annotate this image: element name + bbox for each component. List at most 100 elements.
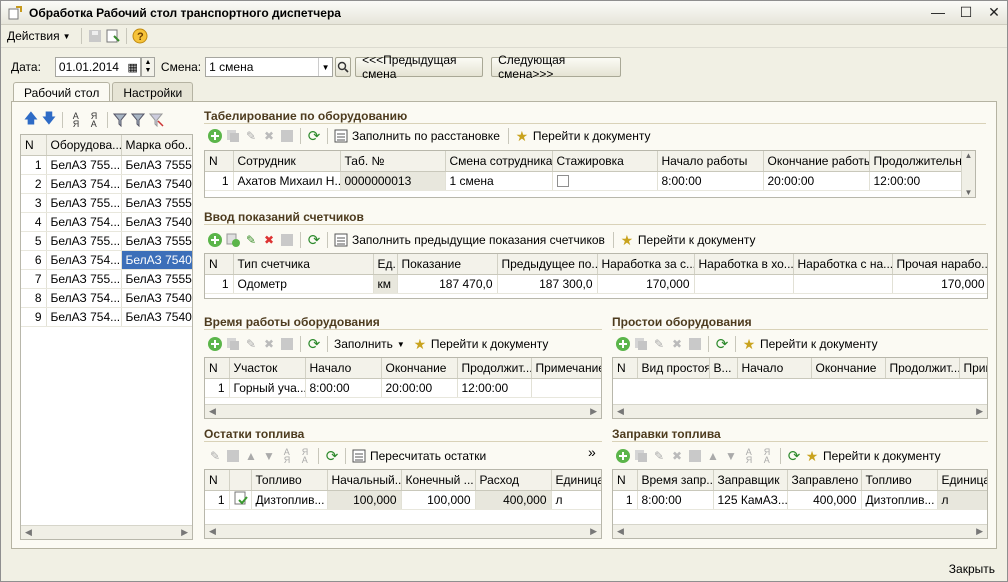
save-row-icon[interactable] [686,335,704,353]
table-row[interactable]: 1 8:00:00 125 КамАЗ... 400,000 Дизтоплив... л [613,490,987,510]
table-cell[interactable]: БелАЗ 7555 [121,193,192,213]
table-cell[interactable]: 8:00:00 [637,490,714,510]
table-cell[interactable]: 7 [21,269,47,289]
sort-asc-icon[interactable]: AЯ [278,447,296,465]
column-header[interactable]: Предыдущее по... [497,254,598,275]
shift-field[interactable]: 1 смена ▼ [205,57,334,77]
column-header[interactable]: Продолжит... [457,358,532,379]
table-cell[interactable]: 20:00:00 [381,378,458,398]
next-shift-button[interactable]: Следующая смена>>> [491,53,622,81]
table-cell[interactable] [531,378,601,398]
table-cell[interactable]: БелАЗ 7540 [121,288,192,308]
table-cell[interactable]: 187 470,0 [397,274,498,294]
table-cell[interactable]: Горный уча... [229,378,306,398]
column-header[interactable]: Топливо [861,470,938,491]
filter-settings-icon[interactable] [112,111,130,129]
table-cell[interactable]: БелАЗ 755... [46,231,122,251]
copy-icon[interactable] [632,335,650,353]
column-header[interactable]: Топливо [251,470,328,491]
column-header[interactable]: Стажировка [552,151,658,172]
timesheet-vscroll[interactable]: ▲ ▼ [961,151,975,197]
date-spinner[interactable]: ▲ ▼ [140,57,155,77]
calendar-icon[interactable]: ▦ [128,61,138,74]
copy-icon[interactable] [224,127,242,145]
minimize-icon[interactable]: — [929,3,947,21]
delete-icon[interactable]: ✖ [668,447,686,465]
column-header[interactable]: В... [709,358,738,379]
table-row[interactable]: 8 БелАЗ 754... БелАЗ 7540 [21,288,192,308]
table-cell[interactable]: 400,000 [475,490,552,510]
table-cell[interactable]: БелАЗ 754... [46,212,122,232]
table-row[interactable]: 1 Дизтоплив... 100,000 100,000 400,000 л [205,490,601,510]
col-brand[interactable]: Марка обо... [121,135,192,156]
column-header[interactable]: Прим [959,358,987,379]
save-row-icon[interactable] [278,335,296,353]
fuel-rest-hscroll[interactable]: ◀ ▶ [205,524,601,538]
table-cell[interactable]: 125 КамАЗ... [713,490,788,510]
table-cell[interactable]: БелАЗ 754... [46,288,122,308]
filter-icon[interactable] [130,111,148,129]
column-header[interactable]: Прочая нарабо... [892,254,987,275]
table-cell[interactable]: 100,000 [327,490,402,510]
table-cell[interactable]: 3 [21,193,47,213]
table-cell[interactable]: 1 [205,490,230,510]
copy-icon[interactable] [632,447,650,465]
save-disabled-icon[interactable] [86,27,104,45]
table-cell[interactable]: 170,000 [892,274,987,294]
maximize-icon[interactable]: ☐ [957,3,975,21]
column-header[interactable]: Заправлено [787,470,862,491]
add-icon[interactable] [614,447,632,465]
edit-icon[interactable]: ✎ [242,127,260,145]
refresh-icon[interactable]: ⟳ [305,127,323,145]
meters-goto-button[interactable]: Перейти к документу [638,233,756,247]
export-icon[interactable] [104,27,122,45]
table-row[interactable]: 6 БелАЗ 754... БелАЗ 7540 [21,250,192,270]
table-cell[interactable]: БелАЗ 755... [46,155,122,175]
column-header[interactable]: Тип счетчика [233,254,374,275]
edit-icon[interactable]: ✎ [242,335,260,353]
prev-shift-button[interactable]: <<<Предыдущая смена [355,53,484,81]
move-down-icon[interactable]: 🡇 [40,110,58,129]
fuel-refill-hscroll[interactable]: ◀ ▶ [613,524,987,538]
move-down-icon[interactable]: ▼ [260,447,278,465]
worktime-fill-button[interactable]: Заполнить [334,337,393,351]
tab-desktop[interactable]: Рабочий стол [13,82,111,103]
delete-icon[interactable]: ✖ [668,335,686,353]
move-down-icon[interactable]: ▼ [722,447,740,465]
column-header[interactable]: Окончание [381,358,458,379]
column-header[interactable]: Окончание [811,358,886,379]
worktime-goto-button[interactable]: Перейти к документу [431,337,549,351]
column-header[interactable]: Начало работы [657,151,764,172]
worktime-table[interactable]: N Участок Начало Окончание Продолжит... Приме… [204,357,602,419]
column-header[interactable]: Начало [305,358,382,379]
table-cell[interactable]: 5 [21,231,47,251]
shift-search-icon[interactable] [335,57,352,77]
add-icon[interactable] [206,335,224,353]
edit-icon[interactable]: ✎ [650,447,668,465]
edit-icon[interactable]: ✎ [206,447,224,465]
column-header[interactable]: N [205,470,230,491]
edit-icon[interactable]: ✎ [650,335,668,353]
table-cell[interactable]: БелАЗ 7555 [121,231,192,251]
column-header[interactable]: Таб. № [340,151,446,172]
column-header[interactable]: Начальный... [327,470,402,491]
col-n[interactable]: N [21,135,47,156]
column-header[interactable]: Заправщик [713,470,788,491]
table-cell[interactable] [793,274,893,294]
table-cell[interactable]: 0000000013 [340,171,446,191]
table-cell[interactable]: БелАЗ 754... [46,174,122,194]
column-header[interactable] [229,470,252,491]
table-cell[interactable]: БелАЗ 754... [46,250,122,270]
sort-desc-icon[interactable]: ЯA [758,447,776,465]
fuel-refill-table[interactable]: N Время запр... Заправщик Заправлено Топливо… [612,469,988,539]
refresh-icon[interactable]: ⟳ [713,335,731,353]
edit-icon[interactable]: ✎ [242,231,260,249]
close-icon[interactable]: ✕ [985,3,1003,21]
table-cell[interactable]: БелАЗ 7540 [121,307,192,327]
save-row-icon[interactable] [224,447,242,465]
column-header[interactable]: Продолжительн... [869,151,975,172]
table-cell[interactable]: 170,000 [597,274,695,294]
table-row[interactable]: 5 БелАЗ 755... БелАЗ 7555 [21,231,192,251]
table-cell[interactable]: л [551,490,601,510]
table-row[interactable]: 1 Горный уча... 8:00:00 20:00:00 12:00:00 [205,378,601,398]
